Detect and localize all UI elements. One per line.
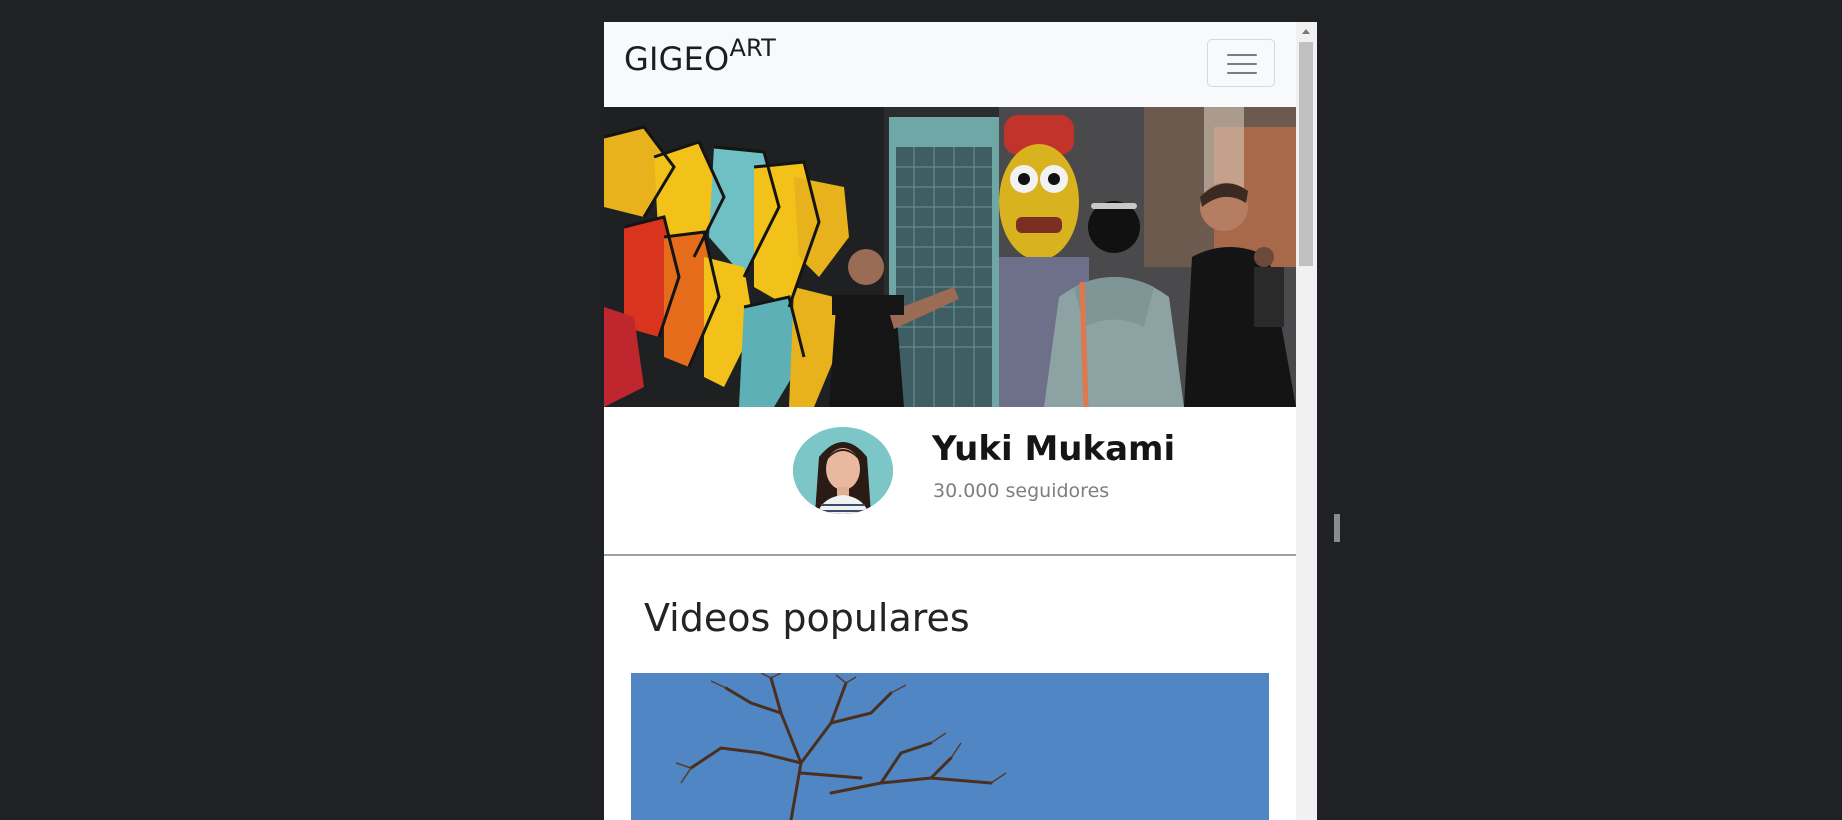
avatar[interactable] — [793, 427, 893, 514]
video-thumbnail[interactable] — [631, 673, 1269, 820]
scrollbar-thumb[interactable] — [1299, 42, 1313, 266]
profile-header: Yuki Mukami 30.000 seguidores — [604, 407, 1296, 556]
followers-count: 30.000 seguidores — [933, 480, 1110, 502]
profile-name: Yuki Mukami — [932, 429, 1176, 469]
brand-logo[interactable]: GIGEOART — [624, 34, 776, 78]
profile-page: GIGEOART Yuki Mukami 30.000 seguidores V… — [604, 22, 1296, 820]
navbar-toggler-button[interactable] — [1207, 39, 1275, 87]
viewport-resize-handle[interactable] — [1334, 514, 1340, 542]
cover-banner-image — [604, 107, 1296, 407]
section-title-popular-videos: Videos populares — [644, 596, 970, 640]
navbar: GIGEOART — [604, 22, 1296, 107]
device-viewport: GIGEOART Yuki Mukami 30.000 seguidores V… — [604, 22, 1317, 820]
vertical-scrollbar[interactable] — [1296, 22, 1317, 820]
brand-main-text: GIGEO — [624, 40, 730, 78]
brand-sup-text: ART — [729, 34, 777, 62]
scroll-up-arrow-icon[interactable] — [1296, 22, 1317, 39]
